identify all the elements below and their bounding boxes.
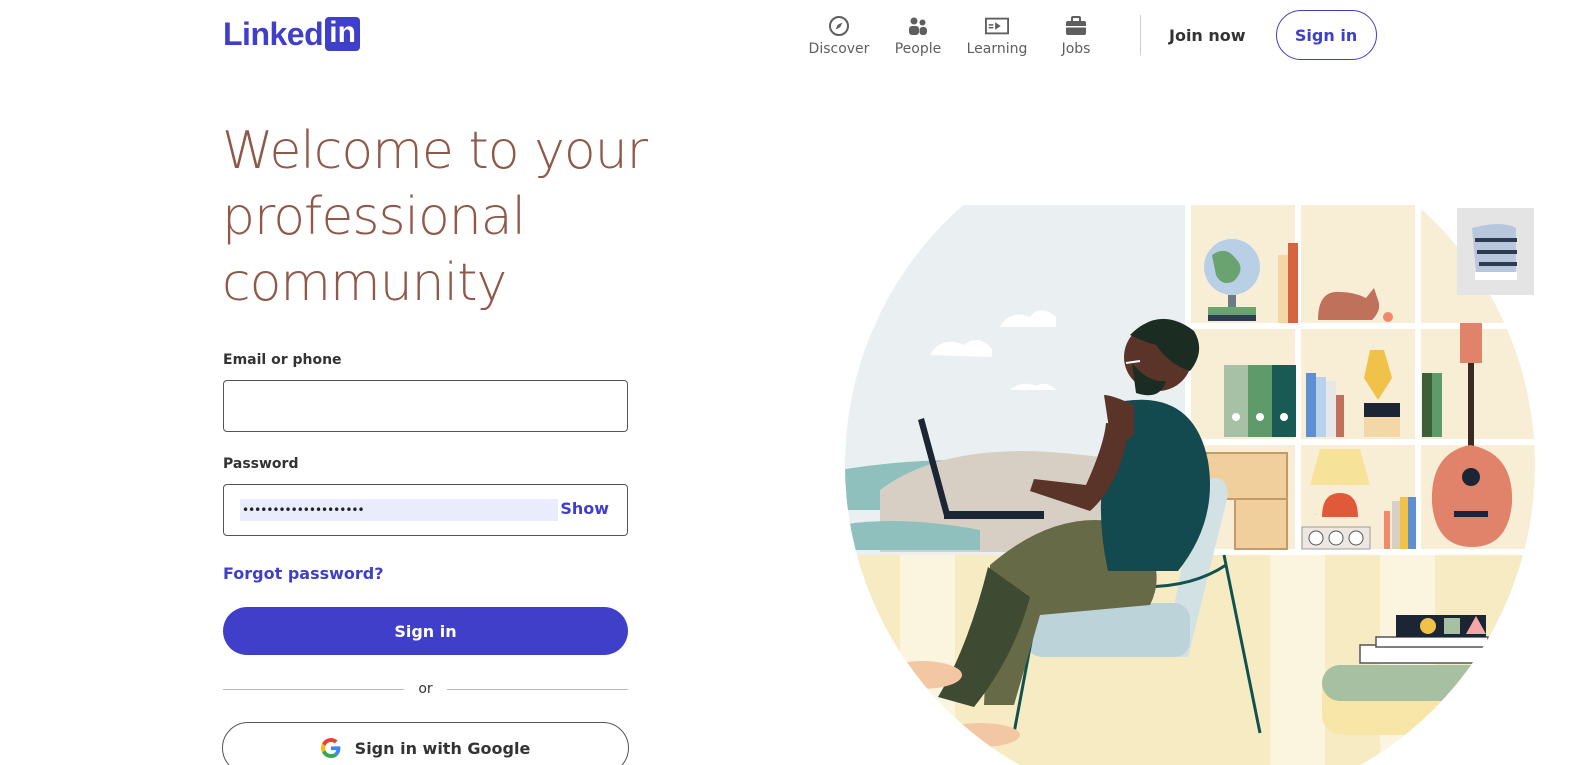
divider-line-left	[223, 688, 405, 690]
join-now-link[interactable]: Join now	[1169, 26, 1246, 45]
linkedin-logo[interactable]: Linked in	[223, 16, 361, 52]
nav-learning-label: Learning	[966, 41, 1028, 57]
compass-icon	[827, 14, 851, 38]
nav-discover-label: Discover	[808, 41, 870, 57]
top-nav: Discover People Learning Jobs Join now S…	[800, 10, 1377, 60]
show-password-button[interactable]: Show	[560, 499, 609, 518]
or-label: or	[418, 681, 433, 697]
nav-divider	[1140, 15, 1141, 55]
nav-people-label: People	[894, 41, 942, 57]
nav-people[interactable]: People	[878, 12, 958, 58]
page-headline: Welcome to your professional community	[222, 121, 648, 313]
briefcase-icon	[1064, 14, 1088, 38]
google-icon	[320, 738, 341, 758]
nav-discover[interactable]: Discover	[800, 12, 878, 58]
people-icon	[906, 14, 930, 38]
header-sign-in-button[interactable]: Sign in	[1275, 10, 1377, 60]
password-field[interactable]: •••••••••••••••••••• Show	[223, 484, 628, 536]
sign-in-button[interactable]: Sign in	[223, 607, 628, 655]
password-label: Password	[223, 456, 299, 472]
sign-in-with-google-button[interactable]: Sign in with Google	[222, 722, 629, 765]
nav-jobs[interactable]: Jobs	[1036, 12, 1116, 58]
or-divider: or	[223, 679, 629, 699]
divider-line-right	[446, 688, 629, 690]
forgot-password-link[interactable]: Forgot password?	[223, 564, 384, 583]
side-thumbnail	[1457, 208, 1534, 295]
logo-wordmark: Linked	[223, 16, 324, 52]
learning-icon	[985, 14, 1009, 38]
email-field[interactable]	[223, 380, 628, 432]
nav-jobs-label: Jobs	[1061, 41, 1091, 57]
email-label: Email or phone	[223, 352, 342, 368]
google-button-label: Sign in with Google	[354, 738, 531, 758]
logo-box: in	[325, 16, 361, 51]
nav-learning[interactable]: Learning	[958, 12, 1036, 58]
stacked-books-graphic	[1472, 224, 1517, 280]
hero-illustration	[845, 205, 1535, 765]
password-value: ••••••••••••••••••••	[240, 499, 558, 521]
